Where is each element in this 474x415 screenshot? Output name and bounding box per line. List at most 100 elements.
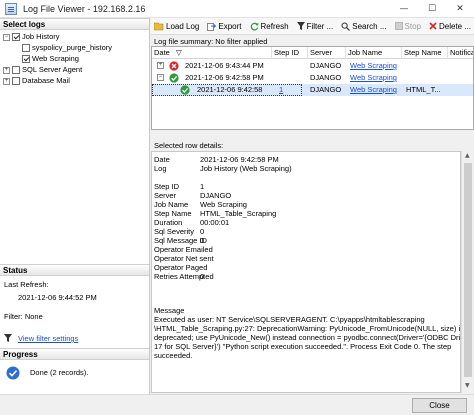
cell-date: 2021-12-06 9:43:44 PM <box>185 61 264 70</box>
filter-status: Filter: None <box>4 312 43 321</box>
scrollbar-thumb[interactable] <box>464 163 472 377</box>
last-refresh-label: Last Refresh: <box>4 280 49 289</box>
web-scraping-checkbox[interactable] <box>22 55 30 63</box>
load-log-label: Load Log <box>166 21 200 31</box>
cell-date: 2021-12-06 9:42:58 <box>197 85 263 94</box>
tree-label-syspolicy: syspolicy_purge_history <box>32 43 113 52</box>
detail-label: Server <box>154 191 177 200</box>
expand-icon[interactable]: + <box>3 66 10 74</box>
status-header: Status <box>0 264 149 276</box>
column-header-server[interactable]: Server <box>308 47 346 59</box>
progress-text: Done (2 records). <box>30 368 89 377</box>
close-window-button[interactable]: ✕ <box>446 0 474 18</box>
database-mail-checkbox[interactable] <box>12 77 20 85</box>
job-history-checkbox[interactable] <box>12 33 20 41</box>
filter-label: Filter ... <box>306 21 334 31</box>
tree-node-sql-server-agent[interactable]: + SQL Server Agent <box>3 65 82 75</box>
tree-node-job-history[interactable]: − Job History <box>3 32 60 42</box>
load-log-button[interactable]: Load Log <box>151 19 202 34</box>
detail-label: Step Name <box>154 209 192 218</box>
cell-job-name-link[interactable]: Web Scraping <box>348 84 402 96</box>
grid-header: Date ▽ Step ID Server Job Name Step Name… <box>152 47 473 59</box>
message-line: Executed as user: NT Service\SQLSERVERAG… <box>154 315 425 324</box>
cell-server: DJANGO <box>310 61 342 70</box>
expand-icon[interactable]: + <box>157 62 164 69</box>
expand-icon[interactable]: + <box>3 77 10 85</box>
detail-label: Job Name <box>154 200 189 209</box>
bottom-bar: Close <box>0 394 474 415</box>
select-logs-header: Select logs <box>0 18 149 30</box>
view-filter-settings-link[interactable]: View filter settings <box>18 334 78 343</box>
details-message: Message Executed as user: NT Service\SQL… <box>154 306 461 360</box>
funnel-icon <box>4 334 12 342</box>
column-header-notification[interactable]: Notifica <box>448 47 473 59</box>
error-icon <box>169 61 179 71</box>
cell-step-name <box>402 72 448 84</box>
tree-label-sql-server-agent: SQL Server Agent <box>22 65 83 74</box>
scroll-down-icon[interactable]: ▼ <box>465 382 470 389</box>
success-icon <box>180 85 190 95</box>
search-icon <box>341 22 351 31</box>
sql-server-agent-checkbox[interactable] <box>12 66 20 74</box>
export-button[interactable]: Export <box>204 19 244 34</box>
close-button[interactable]: Close <box>412 398 467 413</box>
tree-label-database-mail: Database Mail <box>22 76 70 85</box>
folder-open-icon <box>154 22 164 30</box>
detail-label: Operator Paged <box>154 263 208 272</box>
detail-label: Retries Attempted <box>154 272 214 281</box>
cell-step-id <box>272 60 308 72</box>
table-row-selected[interactable]: 2021-12-06 9:42:58 1 DJANGO Web Scraping… <box>152 84 473 96</box>
message-line: \HTML_Table_Scraping.py:27: DeprecationW… <box>154 324 461 333</box>
window-controls: — ☐ ✕ <box>390 0 474 18</box>
scroll-up-icon[interactable]: ▲ <box>465 152 470 159</box>
column-header-date[interactable]: Date ▽ <box>152 47 272 59</box>
table-row[interactable]: + 2021-12-06 9:43:44 PM DJANGO Web Scrap… <box>152 60 473 72</box>
log-viewer-app-icon <box>5 2 17 15</box>
detail-value: 1 <box>200 182 205 191</box>
column-header-step-name[interactable]: Step Name <box>402 47 448 59</box>
last-refresh-value: 2021-12-06 9:44:52 PM <box>18 293 97 302</box>
tree-node-web-scraping[interactable]: Web Scraping <box>22 54 79 64</box>
export-label: Export <box>218 21 242 31</box>
collapse-icon[interactable]: − <box>3 33 10 41</box>
detail-value: 0 <box>200 272 205 281</box>
cell-step-id-link[interactable]: 1 <box>277 84 308 96</box>
collapse-icon[interactable]: − <box>157 74 164 81</box>
maximize-button[interactable]: ☐ <box>418 0 446 18</box>
column-header-step-id[interactable]: Step ID <box>272 47 308 59</box>
sort-down-icon: ▽ <box>175 48 182 57</box>
delete-label: Delete ... <box>439 21 472 31</box>
cell-server: DJANGO <box>310 73 342 82</box>
detail-value: DJANGO <box>200 191 232 200</box>
column-header-job-name[interactable]: Job Name <box>346 47 402 59</box>
success-icon <box>169 73 179 83</box>
refresh-button[interactable]: Refresh <box>247 19 292 34</box>
message-line: 17 for SQL Server}') "Python script exec… <box>154 342 452 351</box>
done-check-icon <box>6 366 20 380</box>
delete-icon <box>429 22 437 30</box>
window-title: Log File Viewer - 192.168.2.16 <box>23 3 146 14</box>
tree-node-database-mail[interactable]: + Database Mail <box>3 76 70 86</box>
minimize-button[interactable]: — <box>390 0 418 18</box>
detail-label: Operator Emailed <box>154 245 213 254</box>
table-row[interactable]: − 2021-12-06 9:42:58 PM DJANGO Web Scrap… <box>152 72 473 84</box>
search-button[interactable]: Search ... <box>338 19 389 34</box>
detail-value: 2021-12-06 9:42:58 PM <box>200 155 279 164</box>
detail-label: Step ID <box>154 182 180 191</box>
detail-value: Job History (Web Scraping) <box>200 164 292 173</box>
filter-button[interactable]: Filter ... <box>294 19 337 34</box>
tree-node-syspolicy[interactable]: syspolicy_purge_history <box>22 43 112 53</box>
details-scrollbar[interactable]: ▲ ▼ <box>461 151 473 393</box>
message-line: succeeded. <box>154 351 193 360</box>
cell-job-name-link[interactable]: Web Scraping <box>348 60 402 72</box>
funnel-icon <box>296 22 305 30</box>
stop-button[interactable]: Stop <box>392 19 424 34</box>
cell-step-name <box>402 60 448 72</box>
cell-job-name-link[interactable]: Web Scraping <box>348 72 402 84</box>
delete-button[interactable]: Delete ... <box>426 19 474 34</box>
cell-date: 2021-12-06 9:42:58 PM <box>185 73 264 82</box>
details-header: Selected row details: <box>151 141 474 151</box>
detail-label: Log <box>154 164 167 173</box>
detail-value: 00:00:01 <box>200 218 230 227</box>
syspolicy-checkbox[interactable] <box>22 44 30 52</box>
